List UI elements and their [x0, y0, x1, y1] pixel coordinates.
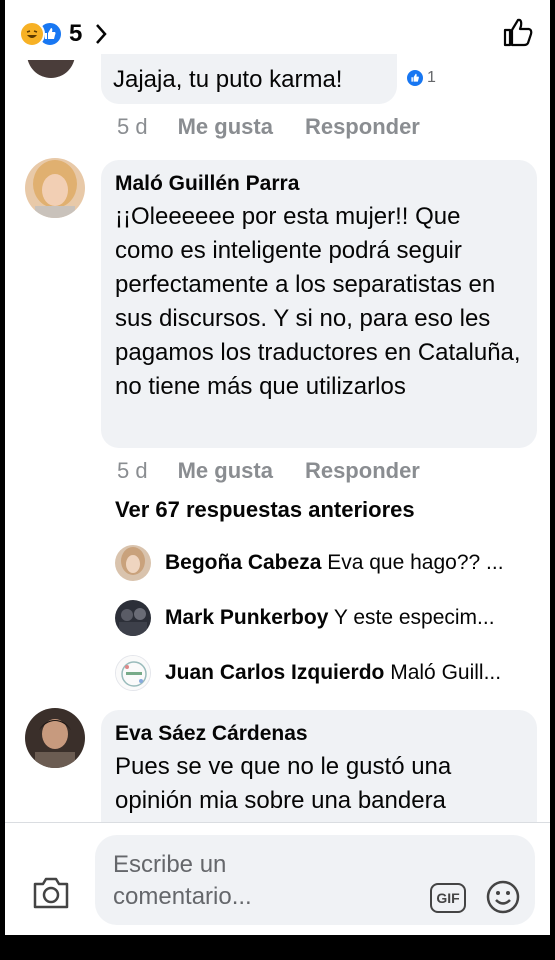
reply-author[interactable]: Begoña Cabeza: [165, 551, 321, 574]
reply-text: Juan Carlos Izquierdo Maló Guill...: [165, 661, 501, 685]
comment-reaction-count: 1: [427, 69, 436, 86]
comment-reaction-badge[interactable]: 1: [405, 68, 436, 88]
like-button[interactable]: Me gusta: [178, 458, 273, 484]
like-outline-icon[interactable]: [502, 16, 534, 53]
comment-text: Pues se ve que no le gustó una opinión m…: [115, 753, 452, 814]
comment-timestamp: 5 d: [117, 458, 148, 483]
comment-author[interactable]: Maló Guillén Parra: [115, 172, 523, 196]
reply-preview: Maló Guill...: [390, 661, 502, 684]
facebook-comments-screen: 5 Jajaja, tu puto karma! 1 5 d Me gusta …: [5, 0, 550, 935]
reply-item[interactable]: Begoña Cabeza Eva que hago?? ...: [115, 544, 504, 582]
reply-item[interactable]: Juan Carlos Izquierdo Maló Guill...: [115, 654, 501, 692]
avatar[interactable]: [25, 708, 85, 768]
reply-preview: Y este especim...: [333, 606, 495, 629]
comment-actions: 5 d Me gusta Responder: [117, 114, 452, 140]
reply-author[interactable]: Mark Punkerboy: [165, 606, 328, 629]
comment-actions: 5 d Me gusta Responder: [117, 458, 452, 484]
reply-text: Mark Punkerboy Y este especim...: [165, 606, 495, 630]
comment-composer: Escribe un comentario... GIF: [5, 822, 550, 935]
comment-timestamp: 5 d: [117, 114, 148, 139]
reply-preview: Eva que hago?? ...: [327, 551, 504, 574]
haha-icon: [19, 21, 45, 47]
reply-button[interactable]: Responder: [305, 458, 420, 484]
like-icon: [405, 68, 425, 88]
comment-bubble: Maló Guillén Parra ¡¡Oleeeeee por esta m…: [101, 160, 537, 448]
comment-text: ¡¡Oleeeeee por esta mujer!! Que como es …: [115, 203, 521, 400]
avatar[interactable]: [25, 158, 85, 218]
comment-bubble: Eva Sáez Cárdenas Pues se ve que no le g…: [101, 710, 537, 840]
avatar[interactable]: [115, 600, 151, 636]
emoji-icon[interactable]: [485, 879, 521, 920]
avatar[interactable]: [27, 60, 87, 84]
avatar[interactable]: [115, 655, 151, 691]
comment-author[interactable]: Eva Sáez Cárdenas: [115, 722, 523, 746]
comment-input-placeholder: Escribe un comentario...: [113, 851, 252, 910]
gif-button[interactable]: GIF: [430, 883, 466, 913]
reply-button[interactable]: Responder: [305, 114, 420, 140]
comment-bubble: Jajaja, tu puto karma!: [101, 54, 397, 104]
reply-author[interactable]: Juan Carlos Izquierdo: [165, 661, 384, 684]
reply-text: Begoña Cabeza Eva que hago?? ...: [165, 551, 504, 575]
chevron-right-icon[interactable]: [94, 23, 108, 45]
avatar[interactable]: [115, 545, 151, 581]
reply-item[interactable]: Mark Punkerboy Y este especim...: [115, 599, 495, 637]
comment-input[interactable]: Escribe un comentario... GIF: [95, 835, 535, 925]
comment-text: Jajaja, tu puto karma!: [113, 66, 343, 93]
camera-icon[interactable]: [31, 875, 71, 916]
like-button[interactable]: Me gusta: [178, 114, 273, 140]
view-more-replies-link[interactable]: Ver 67 respuestas anteriores: [115, 497, 415, 523]
reactions-summary[interactable]: 5: [19, 20, 108, 48]
reaction-count: 5: [69, 20, 83, 47]
